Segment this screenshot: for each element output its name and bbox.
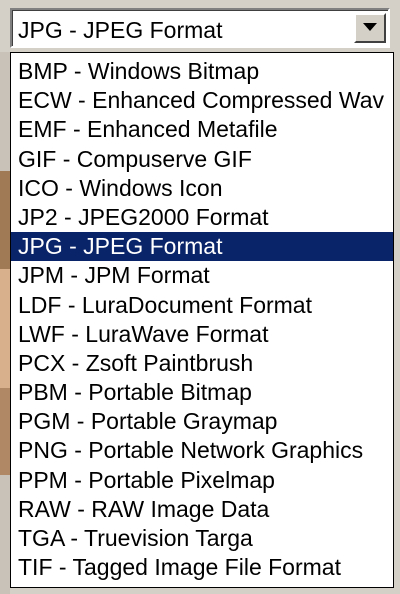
combobox-selected-value: JPG - JPEG Format: [18, 17, 223, 43]
option-bmp[interactable]: BMP - Windows Bitmap: [11, 57, 393, 86]
option-jpg[interactable]: JPG - JPEG Format: [11, 232, 393, 262]
file-format-dropdown-list[interactable]: BMP - Windows Bitmap ECW - Enhanced Comp…: [10, 52, 394, 588]
option-lwf[interactable]: LWF - LuraWave Format: [11, 320, 393, 349]
background-window-edge: [0, 52, 10, 594]
option-jpm[interactable]: JPM - JPM Format: [11, 261, 393, 290]
file-format-combobox[interactable]: JPG - JPEG Format: [10, 8, 390, 48]
option-ico[interactable]: ICO - Windows Icon: [11, 174, 393, 203]
chevron-down-icon: [363, 23, 377, 31]
option-emf[interactable]: EMF - Enhanced Metafile: [11, 115, 393, 144]
option-tga[interactable]: TGA - Truevision Targa: [11, 524, 393, 553]
option-pbm[interactable]: PBM - Portable Bitmap: [11, 378, 393, 407]
option-ppm[interactable]: PPM - Portable Pixelmap: [11, 466, 393, 495]
option-ldf[interactable]: LDF - LuraDocument Format: [11, 291, 393, 320]
option-raw[interactable]: RAW - RAW Image Data: [11, 495, 393, 524]
background-window-edge-right: [394, 52, 400, 594]
option-gif[interactable]: GIF - Compuserve GIF: [11, 145, 393, 174]
option-jp2[interactable]: JP2 - JPEG2000 Format: [11, 203, 393, 232]
option-pgm[interactable]: PGM - Portable Graymap: [11, 407, 393, 436]
option-tif[interactable]: TIF - Tagged Image File Format: [11, 553, 393, 582]
option-png[interactable]: PNG - Portable Network Graphics: [11, 436, 393, 465]
option-ecw[interactable]: ECW - Enhanced Compressed Wav: [11, 86, 393, 115]
option-pcx[interactable]: PCX - Zsoft Paintbrush: [11, 349, 393, 378]
dropdown-toggle-button[interactable]: [354, 13, 386, 43]
